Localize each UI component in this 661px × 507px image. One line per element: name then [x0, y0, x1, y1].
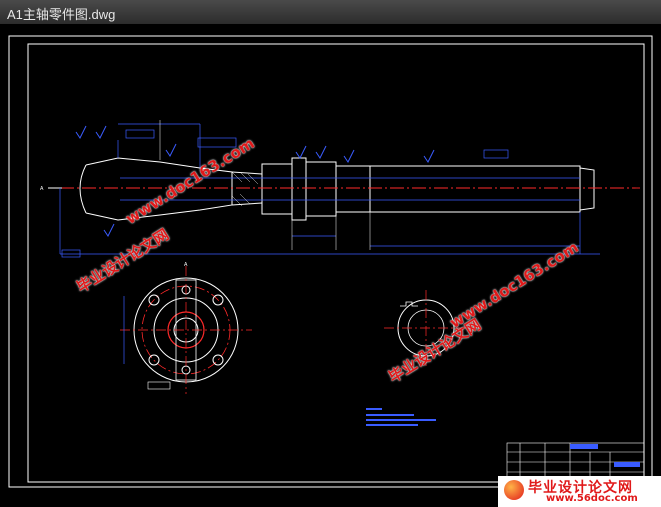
window-title: A1主轴零件图.dwg	[7, 7, 116, 22]
section-marker-top: A	[184, 262, 188, 268]
footer-logo-url: www.56doc.com	[546, 493, 638, 504]
drawing-canvas[interactable]: A A www.doc163.com 毕业设计论文网 www.doc163.co…	[0, 24, 661, 507]
title-block-text	[570, 444, 598, 449]
logo-badge-icon	[504, 480, 524, 500]
title-block-name	[614, 462, 640, 467]
tech-notes	[366, 408, 436, 426]
flange-end-view	[120, 266, 252, 394]
footer-logo: 毕业设计论文网 www.56doc.com	[498, 476, 661, 507]
section-marker-left: A	[40, 186, 44, 192]
window-titlebar: A1主轴零件图.dwg	[0, 0, 661, 25]
hatching	[231, 171, 259, 207]
